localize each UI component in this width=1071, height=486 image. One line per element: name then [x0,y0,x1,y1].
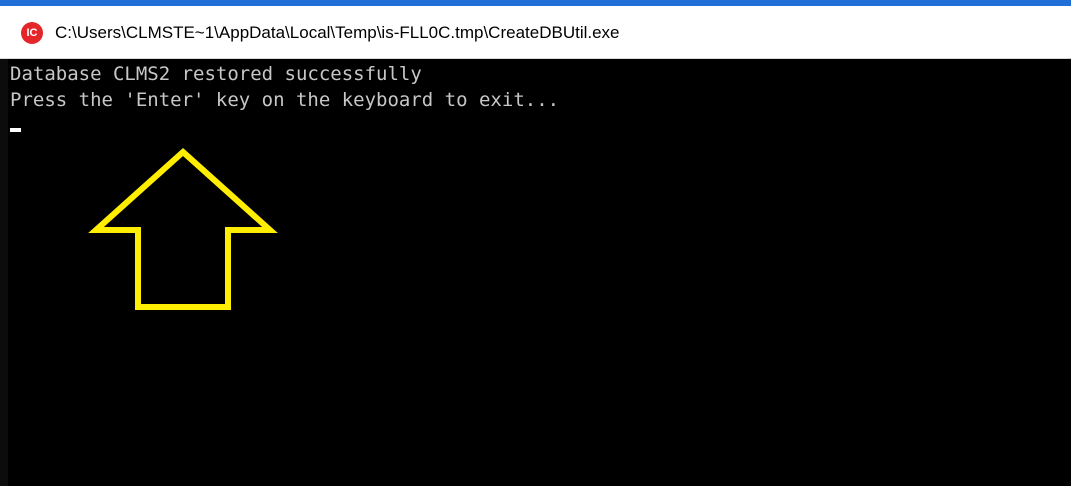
console-window: IC C:\Users\CLMSTE~1\AppData\Local\Temp\… [0,0,1071,486]
annotation-overlay [88,147,278,310]
up-arrow-annotation-icon [88,147,278,310]
